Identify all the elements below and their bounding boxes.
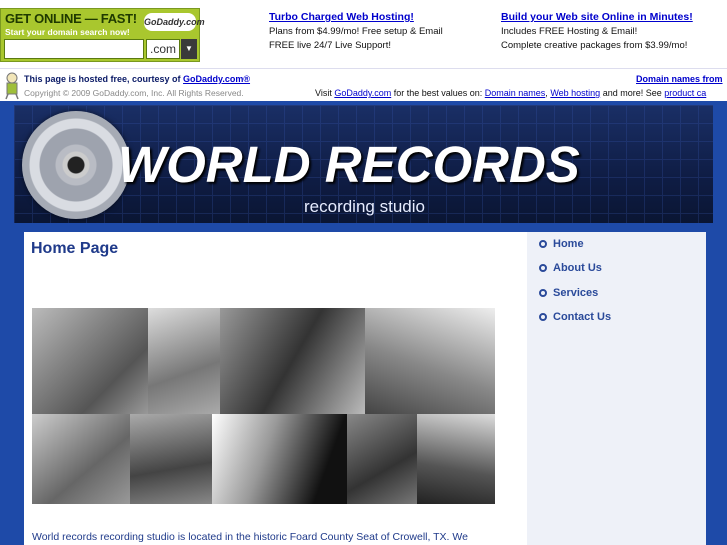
main-column: Home Page World records recording studio… [24,232,524,545]
electric-guitar-photo [212,414,347,504]
bullet-icon [539,264,547,272]
nav-label: About Us [553,262,602,274]
godaddy-search-ad[interactable]: GET ONLINE — FAST! GoDaddy.com Start you… [0,8,205,62]
guitar-closeup-photo [365,308,495,414]
godaddy-logo[interactable]: GoDaddy.com [144,13,205,31]
godaddy-headline: GET ONLINE — FAST! [5,11,137,26]
singer-portrait-photo [32,414,130,504]
site-frame: WORLD RECORDS recording studio Home Page… [0,101,727,545]
hosting-ad-line1: Plans from $4.99/mo! Free setup & Email [269,26,443,37]
tld-select[interactable]: .com [146,39,180,59]
nav-item-services[interactable]: Services [539,287,598,299]
godaddy-link[interactable]: GoDaddy.com® [183,74,250,84]
web-hosting-link[interactable]: Web hosting [550,88,600,98]
godaddy-subtext: Start your domain search now! [5,27,130,37]
page-title: Home Page [31,240,119,257]
website-builder-ad-link[interactable]: Build your Web site Online in Minutes! [501,11,693,23]
hosted-notice-bar: This page is hosted free, courtesy of Go… [0,68,727,101]
content-area: Home Page World records recording studio… [24,232,706,545]
domain-names-link[interactable]: Domain names [485,88,546,98]
nav-label: Contact Us [553,311,612,323]
guitarist-photo [32,308,148,414]
band-group-photo [220,308,365,414]
website-builder-ad-line1: Includes FREE Hosting & Email! [501,26,638,37]
bullet-icon [539,289,547,297]
bullet-icon [539,313,547,321]
chevron-down-icon[interactable]: ▼ [181,39,197,59]
visit-prefix: Visit [315,88,335,98]
tuba-player-photo [130,414,212,504]
visit-godaddy-link[interactable]: GoDaddy.com [334,88,391,98]
nav-item-home[interactable]: Home [539,238,584,250]
hosting-ad-link[interactable]: Turbo Charged Web Hosting! [269,11,414,23]
domain-names-from-link[interactable]: Domain names from [636,74,723,84]
sidebar-nav: Home About Us Services Contact Us [527,232,706,545]
hosted-prefix: This page is hosted free, courtesy of [24,74,184,84]
cd-disc-icon [22,111,130,219]
copyright: Copyright © 2009 GoDaddy.com, Inc. All R… [24,88,244,98]
nav-label: Home [553,238,584,250]
visit-godaddy-line: Visit GoDaddy.com for the best values on… [315,88,706,98]
visit-mid: for the best values on: [391,88,485,98]
visit-and: and more! See [600,88,665,98]
intro-text: World records recording studio is locate… [32,531,468,543]
rock-guitarist-photo [417,414,495,504]
hosted-notice: This page is hosted free, courtesy of Go… [24,74,250,84]
product-catalog-link[interactable]: product ca [664,88,706,98]
site-subtitle: recording studio [304,197,425,216]
musician-photo-collage [32,308,495,504]
accordion-player-photo [148,308,220,414]
domain-names-promo: Domain names from [636,74,723,84]
nav-item-about-us[interactable]: About Us [539,262,602,274]
site-title: WORLD RECORDS [118,136,580,193]
hosting-ad: Turbo Charged Web Hosting! Plans from $4… [269,10,443,53]
website-builder-ad: Build your Web site Online in Minutes! I… [501,10,693,53]
nav-item-contact-us[interactable]: Contact Us [539,311,611,323]
site-header: WORLD RECORDS recording studio [14,105,713,223]
godaddy-mascot-icon [5,72,19,100]
ad-bar: GET ONLINE — FAST! GoDaddy.com Start you… [0,0,727,68]
domain-search-input[interactable] [4,39,144,59]
website-builder-ad-line2: Complete creative packages from $3.99/mo… [501,40,688,51]
hosting-ad-line2: FREE live 24/7 Live Support! [269,40,391,51]
violinist-photo [347,414,417,504]
bullet-icon [539,240,547,248]
nav-label: Services [553,287,599,299]
